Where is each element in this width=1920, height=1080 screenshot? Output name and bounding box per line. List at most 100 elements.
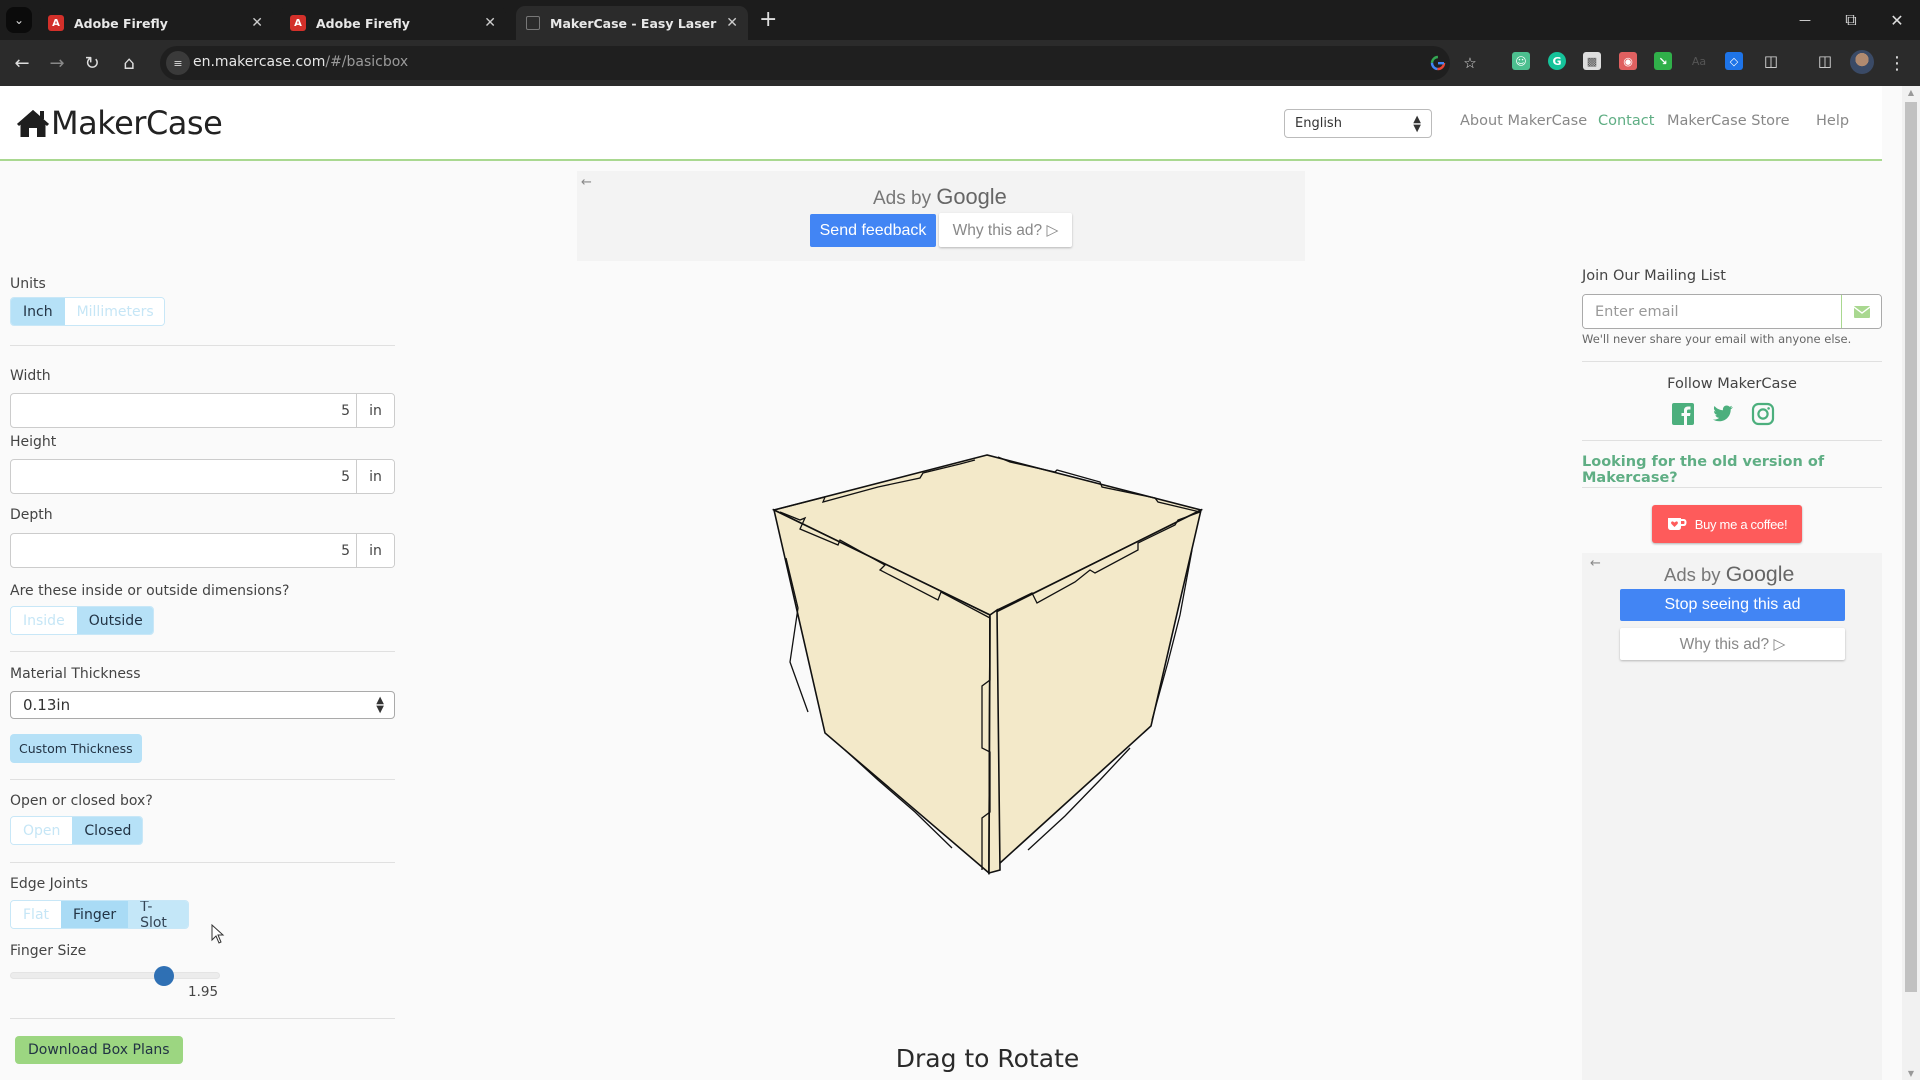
top-ad-banner: ← Ads by Google Send feedback Why this a… [577, 171, 1305, 261]
tab-title: MakerCase - Easy Laser Cut Ca [550, 15, 718, 31]
profile-avatar[interactable] [1850, 50, 1874, 74]
sidebar-ad: ← Ads by Google Stop seeing this ad Why … [1582, 553, 1882, 1080]
box-3d-preview[interactable] [760, 440, 1220, 900]
side-panel-icon[interactable]: ◫ [1816, 52, 1834, 70]
units-millimeters-option[interactable]: Millimeters [64, 298, 164, 325]
edge-flat-option[interactable]: Flat [11, 901, 62, 928]
tab-search-button[interactable]: ⌄ [6, 7, 32, 33]
box-settings-panel: Units Inch Millimeters Width 5 in Height… [10, 86, 395, 1080]
scrollbar-thumb[interactable] [1905, 102, 1917, 992]
custom-thickness-button[interactable]: Custom Thickness [10, 734, 142, 763]
page-content: MakerCase English ▲ ▼ About MakerCase Con… [0, 86, 1902, 1080]
facebook-icon[interactable] [1671, 402, 1695, 426]
finger-size-slider-thumb[interactable] [154, 966, 175, 986]
depth-value[interactable]: 5 [11, 534, 356, 567]
adobe-icon: A [48, 15, 64, 31]
edge-finger-option[interactable]: Finger [61, 901, 129, 928]
open-box-option[interactable]: Open [11, 817, 73, 844]
back-arrow-icon: ← [14, 52, 30, 74]
close-icon[interactable]: ✕ [484, 15, 496, 31]
browser-menu-button[interactable]: ⋮ [1884, 50, 1910, 76]
select-arrows-icon: ▲ ▼ [1413, 114, 1421, 134]
open-closed-toggle: Open Closed [10, 816, 143, 845]
why-this-ad-button[interactable]: Why this ad? ▷ [1620, 628, 1845, 660]
adobe-icon: A [290, 15, 306, 31]
material-thickness-select[interactable]: 0.13in ▲ ▼ [10, 691, 395, 719]
url-host: en.makercase.com [193, 54, 326, 70]
forward-button[interactable]: → [44, 50, 70, 76]
scroll-up-arrow-icon[interactable]: ▲ [1906, 88, 1916, 97]
new-tab-button[interactable]: + [759, 8, 777, 32]
reload-button[interactable]: ↻ [79, 50, 105, 76]
browser-tab[interactable]: A Adobe Firefly ✕ [280, 6, 506, 40]
material-thickness-value: 0.13in [23, 696, 71, 714]
extension-icon[interactable]: ▩ [1583, 52, 1601, 70]
close-icon[interactable]: ✕ [726, 15, 738, 31]
edge-tslot-option[interactable]: T-Slot [128, 901, 188, 928]
extension-icon[interactable]: Aa [1690, 52, 1708, 70]
cube-icon [526, 16, 540, 30]
units-inch-option[interactable]: Inch [11, 298, 65, 325]
dimensions-label: Are these inside or outside dimensions? [10, 583, 290, 599]
old-version-link[interactable]: Looking for the old version of Makercase… [1582, 454, 1882, 486]
depth-unit: in [356, 534, 394, 567]
why-this-ad-button[interactable]: Why this ad? ▷ [939, 213, 1072, 247]
send-feedback-button[interactable]: Send feedback [810, 214, 936, 247]
ad-back-arrow-icon[interactable]: ← [581, 175, 592, 190]
finger-size-slider[interactable] [10, 972, 220, 979]
address-bar[interactable]: ≡ en.makercase.com/#/basicbox ☆ [160, 46, 1477, 80]
width-unit: in [356, 394, 394, 427]
minimize-button[interactable]: — [1782, 0, 1828, 40]
browser-tab-active[interactable]: MakerCase - Easy Laser Cut Ca ✕ [516, 6, 748, 40]
dimensions-inside-option[interactable]: Inside [11, 607, 77, 634]
divider [1582, 440, 1882, 441]
depth-label: Depth [10, 507, 53, 523]
scroll-down-arrow-icon[interactable]: ▼ [1906, 1069, 1916, 1078]
browser-tab-bar: ⌄ A Adobe Firefly ✕ A Adobe Firefly ✕ Ma… [0, 0, 1920, 40]
divider [1582, 487, 1882, 488]
dimensions-outside-option[interactable]: Outside [76, 607, 153, 634]
extension-icon[interactable]: ☺ [1512, 52, 1530, 70]
ad-back-arrow-icon[interactable]: ← [1590, 556, 1601, 571]
width-input[interactable]: 5 in [10, 393, 395, 428]
depth-input[interactable]: 5 in [10, 533, 395, 568]
stop-seeing-this-ad-button[interactable]: Stop seeing this ad [1620, 589, 1845, 621]
bookmark-star-icon[interactable]: ☆ [1460, 53, 1480, 73]
width-value[interactable]: 5 [11, 394, 356, 427]
dimensions-toggle: Inside Outside [10, 606, 154, 635]
instagram-icon[interactable] [1751, 402, 1775, 426]
units-toggle: Inch Millimeters [10, 297, 165, 326]
home-button[interactable]: ⌂ [116, 50, 142, 76]
language-select[interactable]: English ▲ ▼ [1284, 109, 1432, 138]
extension-icon[interactable]: ↘ [1654, 52, 1672, 70]
divider [10, 779, 395, 780]
browser-tab[interactable]: A Adobe Firefly ✕ [38, 6, 273, 40]
kebab-menu-icon: ⋮ [1888, 52, 1906, 74]
envelope-icon [1853, 305, 1870, 318]
page-scrollbar[interactable]: ▲ ▼ [1902, 86, 1920, 1080]
email-subscribe-group [1582, 294, 1882, 329]
site-info-icon[interactable]: ≡ [166, 51, 190, 75]
height-value[interactable]: 5 [11, 460, 356, 493]
divider [10, 651, 395, 652]
select-arrows-icon: ▲ ▼ [376, 695, 384, 715]
email-submit-button[interactable] [1841, 295, 1881, 328]
url-text[interactable]: en.makercase.com/#/basicbox [193, 54, 408, 70]
google-lens-icon[interactable] [1428, 53, 1448, 73]
grammarly-extension-icon[interactable]: G [1548, 52, 1566, 70]
height-input[interactable]: 5 in [10, 459, 395, 494]
close-icon[interactable]: ✕ [251, 15, 263, 31]
reload-icon: ↻ [84, 52, 100, 74]
back-button[interactable]: ← [9, 50, 35, 76]
extension-icon[interactable]: ◉ [1619, 52, 1637, 70]
close-window-button[interactable]: ✕ [1874, 0, 1920, 40]
tag-extension-icon[interactable]: ◇ [1725, 52, 1743, 70]
extensions-puzzle-icon[interactable]: ◫ [1762, 52, 1780, 70]
restore-button[interactable]: ⧉ [1828, 0, 1874, 40]
twitter-icon[interactable] [1710, 402, 1734, 426]
email-input[interactable] [1583, 295, 1841, 328]
closed-box-option[interactable]: Closed [72, 817, 142, 844]
nav-about[interactable]: About MakerCase [1460, 113, 1587, 129]
height-label: Height [10, 434, 57, 450]
buy-me-a-coffee-button[interactable]: Buy me a coffee! [1652, 505, 1802, 543]
